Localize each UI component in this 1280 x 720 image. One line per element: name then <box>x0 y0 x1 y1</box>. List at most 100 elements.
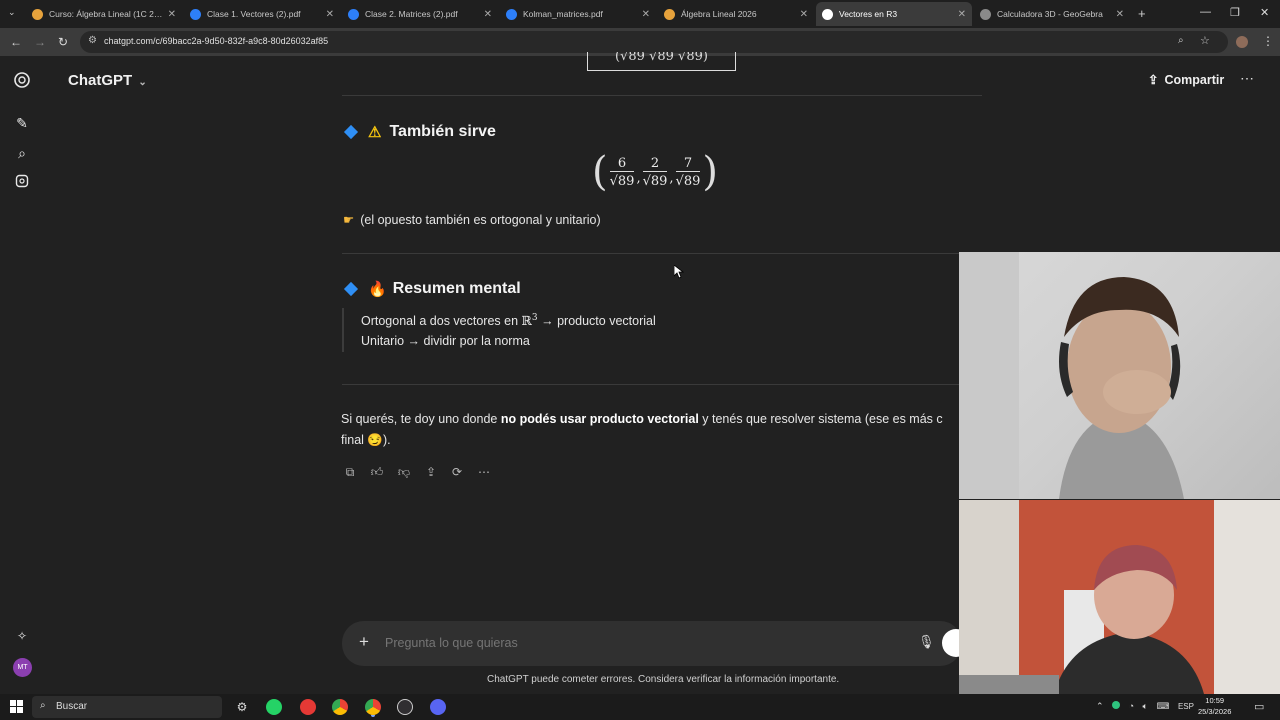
profile-avatar-icon[interactable] <box>1236 36 1248 48</box>
keyboard-icon[interactable]: ⌨ <box>1156 701 1169 711</box>
denominator: √89 <box>642 170 668 189</box>
clock-time: 10:59 <box>1205 696 1225 705</box>
share-response-icon[interactable]: ⇪ <box>423 465 439 481</box>
browser-tab[interactable]: Kolman_matrices.pdf ✕ <box>500 2 656 26</box>
discord-app-icon[interactable] <box>430 699 446 715</box>
composer: + 🎙︎ <box>342 621 970 666</box>
chrome-active-app-icon[interactable] <box>365 699 381 715</box>
summary-text: Ortogonal a dos vectores en <box>361 314 522 329</box>
address-bar[interactable]: ⚙ chatgpt.com/c/69bacc2a-9d50-832f-a9c8-… <box>80 31 1228 53</box>
settings-app-icon[interactable]: ⚙ <box>234 699 250 715</box>
share-button[interactable]: ⇪ Compartir <box>1148 72 1224 87</box>
fraction: 2 √89 <box>642 156 668 189</box>
thumbs-up-icon[interactable]: 👍︎ <box>369 465 385 481</box>
close-window-icon[interactable]: ✕ <box>1260 6 1269 19</box>
wifi-icon[interactable]: ◔ <box>1129 701 1134 711</box>
whatsapp-app-icon[interactable] <box>266 699 282 715</box>
close-tab-icon[interactable]: ✕ <box>326 9 334 20</box>
chrome-app-icon[interactable] <box>332 699 348 715</box>
tab-title: Clase 2. Matrices (2).pdf <box>365 9 458 19</box>
forward-icon[interactable]: → <box>34 35 46 49</box>
clock-date: 25/3/2026 <box>1198 707 1232 716</box>
blue-diamond-icon <box>343 281 359 297</box>
tray-app-icon[interactable] <box>1112 701 1121 709</box>
sidebar-rail: ✎ ⌕ ✧ MT <box>0 56 44 694</box>
reals-symbol: ℝ <box>521 313 532 329</box>
back-icon[interactable]: ← <box>10 35 22 49</box>
search-chats-icon[interactable]: ⌕ <box>13 144 31 162</box>
taskbar-search[interactable]: ⌕ Buscar <box>32 696 222 718</box>
attach-plus-icon[interactable]: + <box>359 632 369 652</box>
closing-bold-text: no podés usar producto vectorial <box>500 412 699 426</box>
comma: , <box>636 170 641 186</box>
tray-chevron-icon[interactable]: ⌃ <box>1096 701 1104 711</box>
webcam-overlay-bottom <box>959 500 1280 694</box>
share-icon: ⇪ <box>1148 73 1159 87</box>
new-tab-icon[interactable]: + <box>1138 6 1146 21</box>
library-icon[interactable] <box>13 174 31 192</box>
windows-taskbar: ⌕ Buscar ⚙ ⌃ ◔ 🔈︎ ⌨ ESP 10:59 25/3/2026 … <box>0 694 1280 720</box>
chatgpt-favicon-icon <box>822 8 833 20</box>
close-tab-icon[interactable]: ✕ <box>800 9 808 20</box>
regenerate-icon[interactable]: ⟳ <box>449 465 465 481</box>
tab-title: Álgebra Lineal 2026 <box>681 9 757 19</box>
browser-tab[interactable]: Curso: Álgebra Lineal (1C 2026) ✕ <box>26 2 182 26</box>
minimize-icon[interactable]: — <box>1200 6 1211 18</box>
model-selector[interactable]: ChatGPT ⌄ <box>68 72 147 89</box>
more-options-icon[interactable]: ⋯ <box>1240 70 1254 87</box>
thumbs-down-icon[interactable]: 👎︎ <box>396 465 412 481</box>
browser-tab-active[interactable]: Vectores en R3 ✕ <box>816 2 972 26</box>
section-title: Resumen mental <box>392 280 521 297</box>
volume-icon[interactable]: 🔈︎ <box>1143 701 1148 711</box>
browser-tab[interactable]: Clase 1. Vectores (2).pdf ✕ <box>184 2 340 26</box>
share-label: Compartir <box>1164 73 1225 87</box>
closing-text: Si querés, te doy uno donde <box>341 412 501 426</box>
site-info-icon[interactable]: ⚙ <box>88 35 97 46</box>
blue-diamond-icon <box>343 124 359 140</box>
summary-text: → producto vectorial <box>537 314 656 329</box>
divider <box>342 384 982 385</box>
browser-tab[interactable]: Calculadora 3D - GeoGebra ✕ <box>974 2 1130 26</box>
bookmark-star-icon[interactable]: ☆ <box>1200 34 1210 47</box>
tab-title: Calculadora 3D - GeoGebra <box>997 9 1103 19</box>
browser-menu-icon[interactable]: ⋮ <box>1262 34 1274 48</box>
numerator: 7 <box>683 155 693 171</box>
recorder-app-icon[interactable] <box>300 699 316 715</box>
reload-icon[interactable]: ↻ <box>58 35 68 49</box>
closing-text: y tenés que resolver sistema (ese es más… <box>698 412 943 426</box>
note-text: (el opuesto también es ortogonal y unita… <box>360 213 601 227</box>
browser-tab[interactable]: Álgebra Lineal 2026 ✕ <box>658 2 814 26</box>
tab-title: Vectores en R3 <box>839 9 898 19</box>
notifications-icon[interactable]: ▭ <box>1254 700 1264 713</box>
chevron-down-icon: ⌄ <box>138 77 147 88</box>
copy-icon[interactable]: ⧉ <box>342 465 358 481</box>
fraction: 6 √89 <box>609 156 635 189</box>
section-heading: ⚠ También sirve <box>343 123 496 141</box>
language-indicator[interactable]: ESP <box>1178 702 1194 711</box>
sparkle-icon[interactable]: ✧ <box>13 627 31 645</box>
moodle-favicon-icon <box>664 8 675 20</box>
restore-icon[interactable]: ❐ <box>1230 6 1240 19</box>
fire-icon: 🔥 <box>368 281 387 298</box>
openai-logo-icon[interactable] <box>13 71 31 89</box>
close-tab-icon[interactable]: ✕ <box>484 9 492 20</box>
browser-tab[interactable]: Clase 2. Matrices (2).pdf ✕ <box>342 2 498 26</box>
section-title: También sirve <box>389 123 496 140</box>
prompt-input[interactable] <box>385 633 885 653</box>
new-chat-icon[interactable]: ✎ <box>13 114 31 132</box>
formula-text: (√89 √89 √89) <box>615 52 708 64</box>
left-paren: ( <box>592 149 608 195</box>
more-actions-icon[interactable]: ⋯ <box>476 465 492 481</box>
windows-start-icon[interactable] <box>10 700 23 713</box>
close-tab-icon[interactable]: ✕ <box>958 9 966 20</box>
clock[interactable]: 10:59 25/3/2026 <box>1198 695 1231 717</box>
url-text: chatgpt.com/c/69bacc2a-9d50-832f-a9c8-80… <box>104 36 329 46</box>
tab-list-dropdown-icon[interactable]: ⌄ <box>8 7 16 18</box>
obs-app-icon[interactable] <box>397 699 413 715</box>
close-tab-icon[interactable]: ✕ <box>168 9 176 20</box>
section-heading: 🔥 Resumen mental <box>343 280 521 298</box>
close-tab-icon[interactable]: ✕ <box>1116 9 1124 20</box>
close-tab-icon[interactable]: ✕ <box>642 9 650 20</box>
microphone-icon[interactable]: 🎙︎ <box>918 634 935 650</box>
zoom-icon[interactable]: ⌕ <box>1178 35 1184 46</box>
